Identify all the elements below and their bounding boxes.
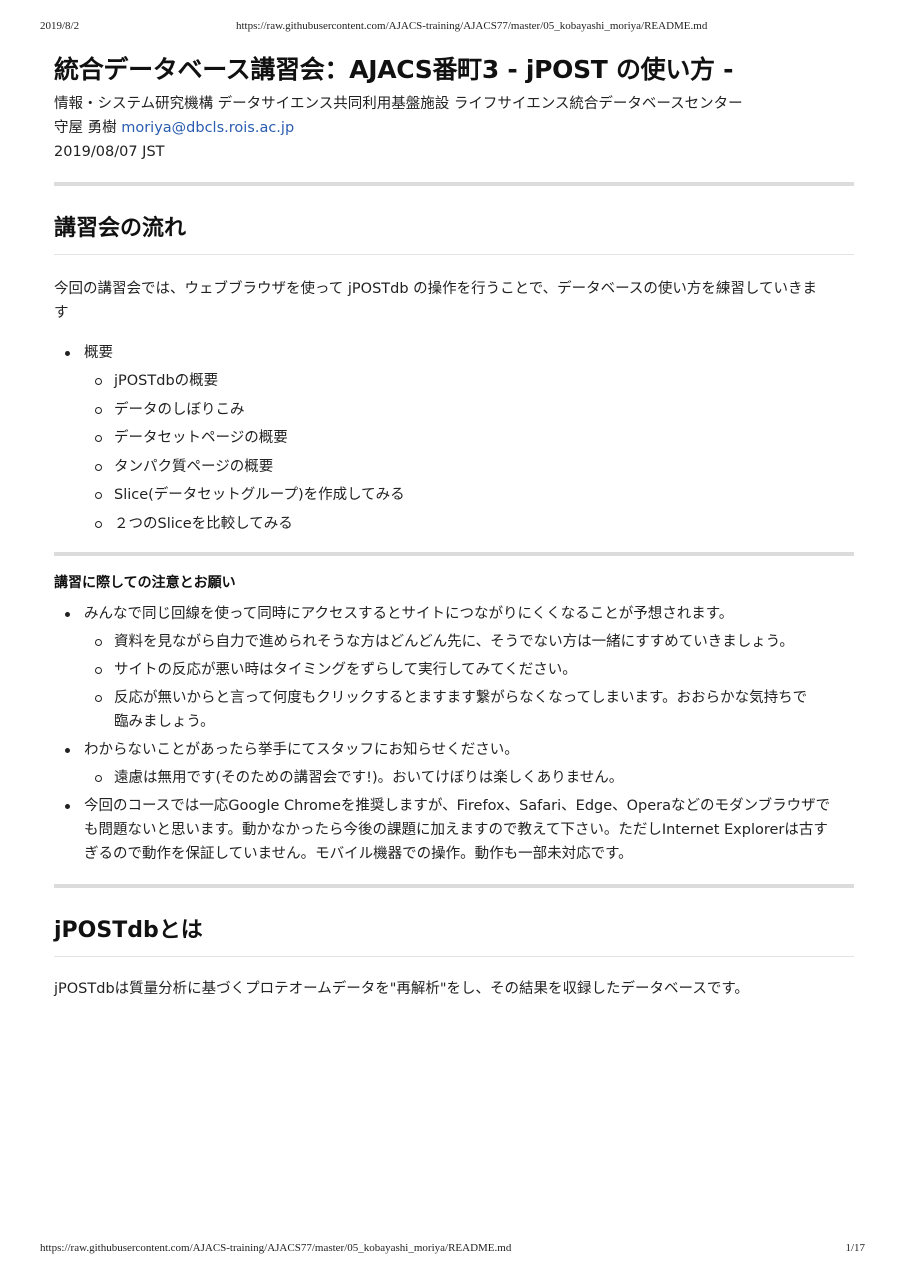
hollow-bullet-icon [95, 406, 102, 414]
outline-sublist: jPOSTdbの概要 データのしぼりこみ データセットページの概要 タンパク質ペ… [84, 369, 854, 536]
author-email-link[interactable]: moriya@dbcls.rois.ac.jp [121, 120, 294, 136]
note-sublist: 遠慮は無用です(そのための講習会です!)。おいてけぼりは楽しくありません。 [84, 766, 854, 790]
list-item: 資料を見ながら自力で進められそうな方はどんどん先に、そうでない方は一緒にすすめて… [84, 630, 854, 654]
note-sublist: 資料を見ながら自力で進められそうな方はどんどん先に、そうでない方は一緒にすすめて… [84, 630, 854, 734]
outline-item: タンパク質ページの概要 [114, 458, 274, 475]
note-subtext: 遠慮は無用です(そのための講習会です!)。おいてけぼりは楽しくありません。 [114, 769, 624, 786]
hollow-bullet-icon [95, 463, 102, 471]
list-item: わからないことがあったら挙手にてスタッフにお知らせください。 遠慮は無用です(そ… [54, 738, 854, 790]
note-subtext: サイトの反応が悪い時はタイミングをずらして実行してみてください。 [114, 661, 577, 678]
outline-label: 概要 [84, 345, 113, 361]
bullet-icon [65, 611, 70, 617]
hollow-bullet-icon [95, 492, 102, 499]
bullet-icon [65, 351, 70, 356]
notes-list: みんなで同じ回線を使って同時にアクセスするとサイトにつながりにくくなることが予想… [54, 602, 854, 866]
page-number: 1/17 [845, 1242, 865, 1254]
list-item: 遠慮は無用です(そのための講習会です!)。おいてけぼりは楽しくありません。 [84, 766, 854, 790]
print-date: 2019/8/2 [40, 20, 80, 32]
flow-intro-paragraph: 今回の講習会では、ウェブブラウザを使って jPOSTdb の操作を行うことで、デ… [54, 277, 854, 325]
note-subtext: 資料を見ながら自力で進められそうな方はどんどん先に、そうでない方は一緒にすすめて… [114, 633, 794, 650]
hollow-bullet-icon [95, 520, 102, 528]
outline-item: データのしぼりこみ [114, 401, 245, 418]
outline-item: データセットページの概要 [114, 430, 288, 446]
note-subtext: 臨みましょう。 [114, 713, 215, 730]
author-line: 守屋 勇樹 moriya@dbcls.rois.ac.jp [54, 116, 854, 140]
list-item: 反応が無いからと言って何度もクリックするとますます繋がらなくなってしまいます。お… [84, 686, 854, 734]
list-item: ２つのSliceを比較してみる [84, 512, 854, 536]
flow-intro-line: す [54, 305, 69, 321]
bullet-icon [65, 803, 70, 809]
list-item: jPOSTdbの概要 [84, 369, 854, 393]
list-item: Slice(データセットグループ)を作成してみる [84, 483, 854, 507]
list-item: サイトの反応が悪い時はタイミングをずらして実行してみてください。 [84, 658, 854, 682]
flow-outline-list: 概要 jPOSTdbの概要 データのしぼりこみ データセットページの概要 タンパ… [54, 341, 854, 536]
hollow-bullet-icon [95, 638, 102, 646]
outline-item: Slice(データセットグループ)を作成してみる [114, 487, 405, 503]
document-title: 統合データベース講習会：AJACS番町3 - jPOST の使い方 - [54, 55, 734, 84]
note-text-line: ぎるので動作を保証していません。モバイル機器での操作。動作も一部未対応です。 [84, 845, 633, 862]
hollow-bullet-icon [95, 774, 102, 782]
hollow-bullet-icon [95, 378, 102, 385]
flow-intro-line: 今回の講習会では、ウェブブラウザを使って jPOSTdb の操作を行うことで、デ… [54, 281, 817, 297]
note-text-line: も問題ないと思います。動かなかったら今後の課題に加えますので教えて下さい。ただし… [84, 821, 828, 838]
list-item: みんなで同じ回線を使って同時にアクセスするとサイトにつながりにくくなることが予想… [54, 602, 854, 734]
outline-item: ２つのSliceを比較してみる [114, 515, 293, 532]
section-heading-notes: 講習に際しての注意とお願い [54, 574, 236, 591]
note-text: みんなで同じ回線を使って同時にアクセスするとサイトにつながりにくくなることが予想… [84, 605, 734, 622]
print-url: https://raw.githubusercontent.com/AJACS-… [236, 20, 708, 32]
document-date: 2019/08/07 JST [54, 144, 165, 160]
outline-item: jPOSTdbの概要 [114, 373, 219, 389]
list-item: 概要 jPOSTdbの概要 データのしぼりこみ データセットページの概要 タンパ… [54, 341, 854, 536]
print-footer: https://raw.githubusercontent.com/AJACS-… [40, 1242, 865, 1258]
note-text-line: 今回のコースでは一応Google Chromeを推奨しますが、Firefox、S… [84, 797, 831, 814]
list-item: 今回のコースでは一応Google Chromeを推奨しますが、Firefox、S… [54, 794, 854, 866]
note-subtext: 反応が無いからと言って何度もクリックするとますます繋がらなくなってしまいます。お… [114, 689, 808, 706]
hollow-bullet-icon [95, 694, 102, 702]
bullet-icon [65, 747, 70, 753]
author-name: 守屋 勇樹 [54, 120, 117, 136]
about-paragraph: jPOSTdbは質量分析に基づくプロテオームデータを"再解析"をし、その結果を収… [54, 980, 749, 997]
section-heading-flow: 講習会の流れ [54, 212, 854, 255]
print-header: 2019/8/2 https://raw.githubusercontent.c… [40, 20, 865, 36]
note-text: わからないことがあったら挙手にてスタッフにお知らせください。 [84, 741, 519, 758]
list-item: データのしぼりこみ [84, 398, 854, 422]
section-heading-about: jPOSTdbとは [54, 914, 854, 957]
hollow-bullet-icon [95, 666, 102, 674]
list-item: タンパク質ページの概要 [84, 455, 854, 479]
hollow-bullet-icon [95, 435, 102, 442]
affiliation: 情報・システム研究機構 データサイエンス共同利用基盤施設 ライフサイエンス統合デ… [54, 96, 743, 112]
document-meta: 情報・システム研究機構 データサイエンス共同利用基盤施設 ライフサイエンス統合デ… [54, 92, 854, 164]
print-footer-url: https://raw.githubusercontent.com/AJACS-… [40, 1242, 512, 1254]
document-content: 統合データベース講習会：AJACS番町3 - jPOST の使い方 - 情報・シ… [54, 50, 854, 1001]
list-item: データセットページの概要 [84, 426, 854, 450]
